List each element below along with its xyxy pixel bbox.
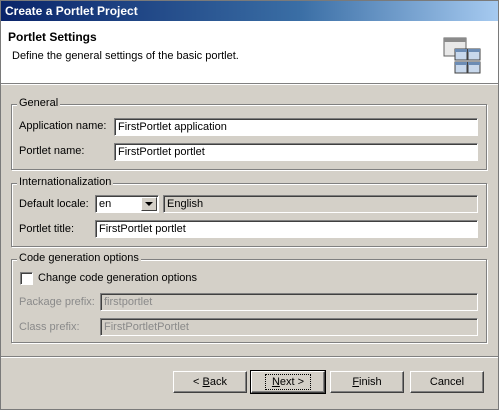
header-divider bbox=[1, 83, 498, 85]
package-prefix-label: Package prefix: bbox=[19, 296, 95, 308]
finish-button-label: Finish bbox=[352, 376, 382, 388]
default-locale-label: Default locale: bbox=[19, 198, 89, 210]
portlet-name-field[interactable]: FirstPortlet portlet bbox=[114, 143, 478, 161]
application-name-label: Application name: bbox=[19, 120, 107, 132]
code-generation-group: Code generation options Change code gene… bbox=[11, 252, 487, 343]
application-name-field[interactable]: FirstPortlet application bbox=[114, 118, 478, 136]
cancel-button[interactable]: Cancel bbox=[410, 371, 484, 393]
code-generation-legend: Code generation options bbox=[17, 252, 141, 264]
internationalization-legend: Internationalization bbox=[17, 176, 114, 188]
portlet-title-field[interactable]: FirstPortlet portlet bbox=[95, 220, 478, 238]
change-code-generation-label[interactable]: Change code generation options bbox=[38, 272, 197, 284]
next-button[interactable]: Next > bbox=[250, 370, 326, 394]
portlet-wizard-icon bbox=[441, 35, 483, 77]
page-description: Define the general settings of the basic… bbox=[12, 50, 239, 62]
portlet-title-label: Portlet title: bbox=[19, 223, 75, 235]
title-bar[interactable]: Create a Portlet Project bbox=[1, 1, 498, 21]
change-code-generation-checkbox[interactable] bbox=[20, 272, 33, 285]
locale-name-field: English bbox=[163, 195, 478, 213]
class-prefix-label: Class prefix: bbox=[19, 321, 80, 333]
locale-dropdown-button[interactable] bbox=[141, 197, 157, 211]
create-portlet-project-dialog: Create a Portlet Project Portlet Setting… bbox=[0, 0, 499, 410]
window-title: Create a Portlet Project bbox=[5, 4, 138, 18]
package-prefix-field[interactable]: firstportlet bbox=[100, 293, 478, 311]
back-button-label: < Back bbox=[193, 376, 227, 388]
chevron-down-icon bbox=[145, 198, 153, 210]
portlet-name-label: Portlet name: bbox=[19, 145, 85, 157]
default-locale-value: en bbox=[99, 198, 112, 210]
next-button-label: Next > bbox=[271, 376, 305, 388]
general-group: General Application name: FirstPortlet a… bbox=[11, 97, 487, 170]
page-title: Portlet Settings bbox=[8, 30, 97, 44]
wizard-header: Portlet Settings Define the general sett… bbox=[1, 21, 498, 83]
footer-divider bbox=[1, 356, 498, 358]
finish-button[interactable]: Finish bbox=[330, 371, 404, 393]
general-legend: General bbox=[17, 97, 61, 109]
class-prefix-field[interactable]: FirstPortletPortlet bbox=[100, 318, 478, 336]
cancel-button-label: Cancel bbox=[429, 376, 465, 388]
internationalization-group: Internationalization Default locale: en … bbox=[11, 176, 487, 247]
back-button[interactable]: < Back bbox=[173, 371, 247, 393]
